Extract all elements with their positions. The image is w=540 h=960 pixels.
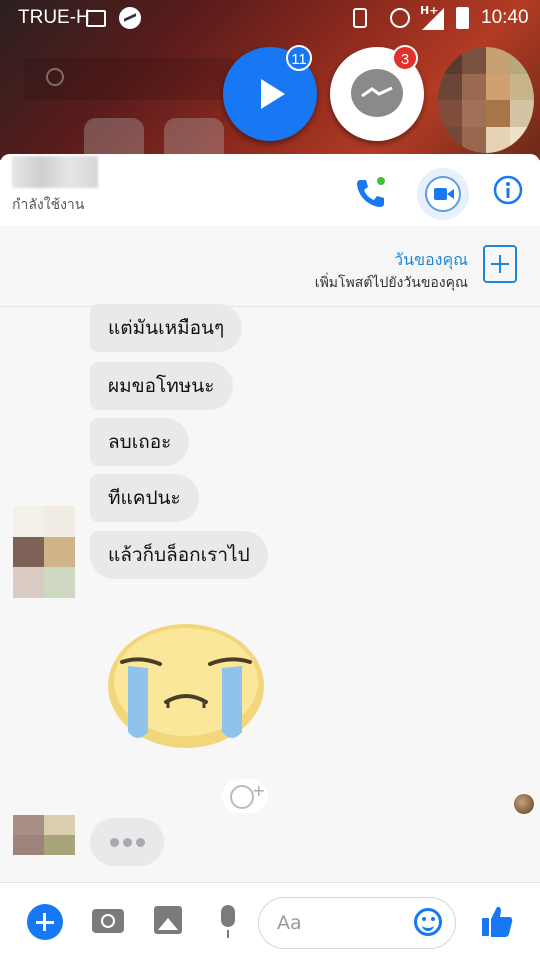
more-actions-button[interactable] (27, 904, 63, 940)
message-bubble[interactable]: แต่มันเหมือนๆ (90, 304, 243, 352)
video-unread-badge: 11 (286, 45, 312, 71)
crying-face-sticker[interactable] (104, 620, 268, 750)
sender-avatar[interactable] (13, 506, 75, 598)
microphone-icon[interactable] (221, 905, 235, 938)
seen-receipt-avatar (514, 794, 534, 814)
messenger-bolt-icon (361, 87, 393, 97)
typing-indicator (90, 818, 164, 866)
phone-icon[interactable] (352, 174, 388, 210)
play-icon (261, 79, 285, 109)
chat-panel: กำลังใช้งาน วันของคุณ เพิ่มโพสต์ไปยังวัน… (0, 154, 540, 960)
add-to-day-button[interactable] (483, 245, 517, 283)
messenger-notification-icon (119, 7, 141, 29)
status-bar: TRUE-H H+ 10:40 (0, 0, 540, 36)
message-composer: Aa (0, 882, 540, 960)
contact-active-status: กำลังใช้งาน (12, 197, 85, 213)
carrier-label: TRUE-H (18, 7, 90, 28)
alarm-icon (390, 8, 410, 28)
your-day-prompt[interactable]: วันของคุณ เพิ่มโพสต์ไปยังวันของคุณ (0, 226, 540, 307)
video-camera-icon (434, 188, 454, 200)
image-notification-icon (86, 10, 106, 27)
your-day-title[interactable]: วันของคุณ (394, 248, 468, 273)
typing-dot (123, 838, 132, 847)
search-icon (46, 68, 64, 86)
camera-icon[interactable] (92, 909, 124, 933)
smiley-icon (230, 785, 254, 809)
add-reaction-button[interactable]: + (222, 779, 268, 813)
conversation-header: กำลังใช้งาน (0, 154, 540, 227)
message-bubble[interactable]: ลบเถอะ (90, 418, 190, 466)
messenger-unread-badge: 3 (392, 45, 418, 71)
battery-icon (456, 7, 469, 29)
vibrate-icon (353, 8, 367, 28)
message-bubble[interactable]: ทีแคปนะ (90, 474, 199, 522)
message-bubble[interactable]: แล้วก็บล็อกเราไป (90, 531, 268, 579)
typing-dot (110, 838, 119, 847)
plus-icon: + (252, 781, 266, 800)
contact-chat-head[interactable] (438, 47, 534, 153)
your-day-subtitle: เพิ่มโพสต์ไปยังวันของคุณ (314, 275, 468, 291)
typing-dot (136, 838, 145, 847)
thumbs-up-icon[interactable] (480, 903, 514, 939)
sender-avatar-typing[interactable] (13, 815, 75, 875)
contact-name-redacted (12, 156, 98, 188)
network-type-label: H+ (420, 4, 439, 17)
video-call-button[interactable] (417, 168, 469, 220)
gallery-icon[interactable] (154, 906, 182, 934)
emoji-icon[interactable] (414, 908, 442, 936)
message-input-placeholder: Aa (277, 912, 302, 934)
clock-label: 10:40 (481, 7, 529, 28)
message-input[interactable]: Aa (258, 897, 456, 949)
message-bubble[interactable]: ผมขอโทษนะ (90, 362, 233, 410)
info-icon[interactable] (492, 174, 524, 206)
